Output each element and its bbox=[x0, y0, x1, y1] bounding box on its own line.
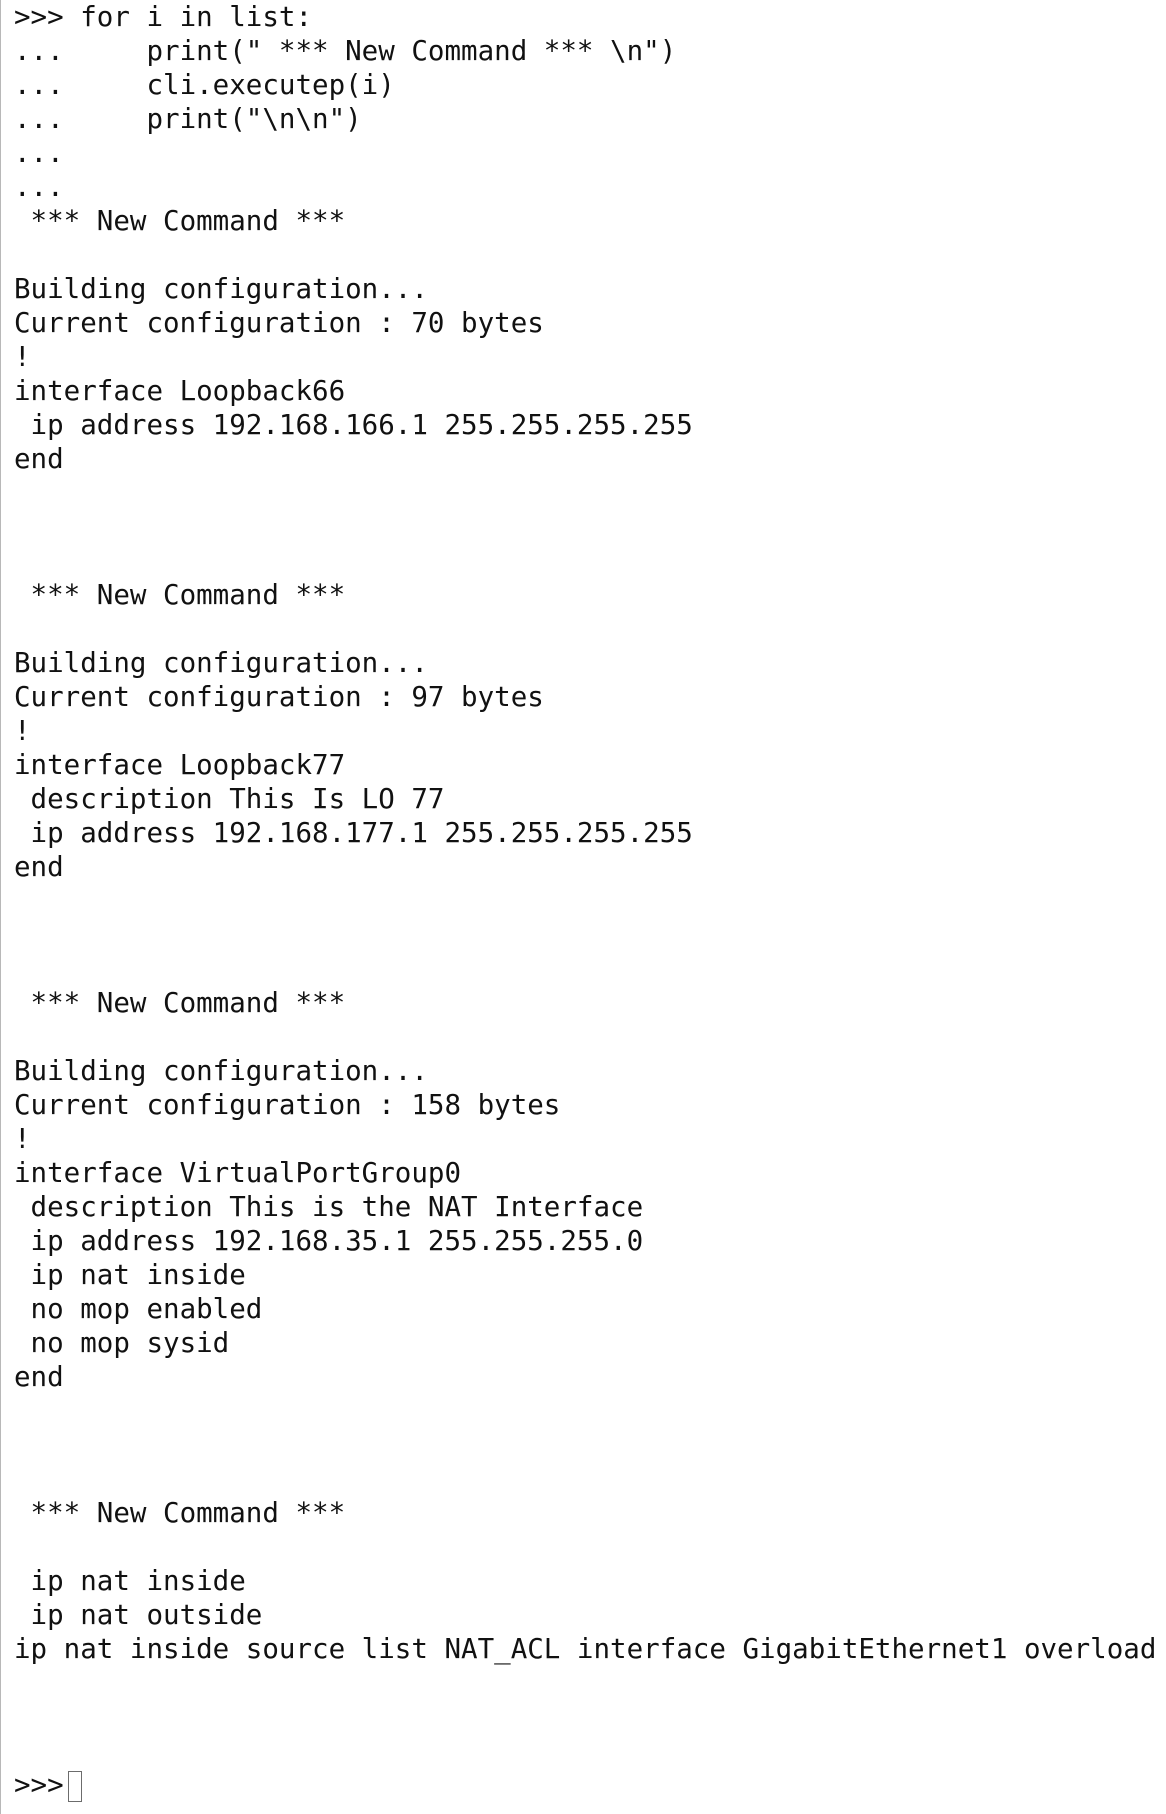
terminal-line-text: >>> for i in list: bbox=[14, 1, 313, 33]
terminal-line: ! bbox=[14, 340, 1156, 374]
terminal-line-text: end bbox=[14, 1361, 64, 1393]
terminal-prompt-line: >>> bbox=[14, 1768, 1156, 1802]
terminal-line: ip nat inside bbox=[14, 1258, 1156, 1292]
terminal-line: ... cli.executep(i) bbox=[14, 68, 1156, 102]
terminal-line: no mop sysid bbox=[14, 1326, 1156, 1360]
terminal-line: interface Loopback77 bbox=[14, 748, 1156, 782]
terminal-line-text: ... bbox=[14, 171, 64, 203]
terminal-line-text: Current configuration : 70 bytes bbox=[14, 307, 544, 339]
terminal-line: no mop enabled bbox=[14, 1292, 1156, 1326]
terminal-line-text: ip nat outside bbox=[14, 1599, 263, 1631]
terminal-line-text: ip nat inside source list NAT_ACL interf… bbox=[14, 1633, 1157, 1665]
terminal-line: end bbox=[14, 442, 1156, 476]
terminal-line: interface Loopback66 bbox=[14, 374, 1156, 408]
terminal-line-text: interface Loopback66 bbox=[14, 375, 346, 407]
terminal-line-text: ip address 192.168.177.1 255.255.255.255 bbox=[14, 817, 693, 849]
terminal-line: ip nat outside bbox=[14, 1598, 1156, 1632]
terminal-line-text: ... bbox=[14, 137, 64, 169]
terminal-line-text: ip nat inside bbox=[14, 1565, 246, 1597]
terminal-line-text: ip address 192.168.35.1 255.255.255.0 bbox=[14, 1225, 644, 1257]
terminal-line-text: ip nat inside bbox=[14, 1259, 246, 1291]
terminal-line: ... print(" *** New Command *** \n") bbox=[14, 34, 1156, 68]
terminal-line: *** New Command *** bbox=[14, 204, 1156, 238]
terminal-line: end bbox=[14, 1360, 1156, 1394]
terminal-line: ... bbox=[14, 170, 1156, 204]
terminal-line: end bbox=[14, 850, 1156, 884]
terminal-line-text: no mop sysid bbox=[14, 1327, 230, 1359]
terminal-line: Building configuration... bbox=[14, 1054, 1156, 1088]
terminal-line: ip nat inside bbox=[14, 1564, 1156, 1598]
terminal-line-text: ip address 192.168.166.1 255.255.255.255 bbox=[14, 409, 693, 441]
terminal-line: description This is the NAT Interface bbox=[14, 1190, 1156, 1224]
terminal-line: Current configuration : 97 bytes bbox=[14, 680, 1156, 714]
terminal-line-text: interface Loopback77 bbox=[14, 749, 346, 781]
terminal-cursor[interactable] bbox=[67, 1770, 82, 1802]
terminal-line-text: description This is the NAT Interface bbox=[14, 1191, 644, 1223]
terminal-line-text: ... print("\n\n") bbox=[14, 103, 362, 135]
terminal-line-text: end bbox=[14, 443, 64, 475]
terminal-line: ... bbox=[14, 136, 1156, 170]
terminal-line-text: Building configuration... bbox=[14, 647, 428, 679]
terminal-line: ! bbox=[14, 1122, 1156, 1156]
terminal-line: *** New Command *** bbox=[14, 578, 1156, 612]
terminal-line-text: Current configuration : 158 bytes bbox=[14, 1089, 561, 1121]
terminal-line-text: >>> bbox=[14, 1769, 64, 1801]
terminal-line-text: ! bbox=[14, 715, 31, 747]
terminal-line-text: ... print(" *** New Command *** \n") bbox=[14, 35, 677, 67]
terminal-line-text: interface VirtualPortGroup0 bbox=[14, 1157, 462, 1189]
terminal-line-text: Current configuration : 97 bytes bbox=[14, 681, 544, 713]
terminal-line: Current configuration : 70 bytes bbox=[14, 306, 1156, 340]
terminal-line: *** New Command *** bbox=[14, 986, 1156, 1020]
terminal-line-text: Building configuration... bbox=[14, 273, 428, 305]
terminal-line-text: *** New Command *** bbox=[14, 1497, 346, 1529]
terminal-left-border bbox=[0, 0, 6, 1814]
terminal-line-text: Building configuration... bbox=[14, 1055, 428, 1087]
terminal-line-text: *** New Command *** bbox=[14, 579, 346, 611]
terminal-window[interactable]: >>> for i in list:... print(" *** New Co… bbox=[0, 0, 1166, 1814]
terminal-line-text: *** New Command *** bbox=[14, 987, 346, 1019]
terminal-output: >>> for i in list:... print(" *** New Co… bbox=[14, 0, 1156, 1802]
terminal-line-text: no mop enabled bbox=[14, 1293, 263, 1325]
terminal-line: ip address 192.168.35.1 255.255.255.0 bbox=[14, 1224, 1156, 1258]
terminal-line-text: ... cli.executep(i) bbox=[14, 69, 395, 101]
terminal-line: *** New Command *** bbox=[14, 1496, 1156, 1530]
terminal-line: ip address 192.168.177.1 255.255.255.255 bbox=[14, 816, 1156, 850]
terminal-line: interface VirtualPortGroup0 bbox=[14, 1156, 1156, 1190]
terminal-line: Building configuration... bbox=[14, 646, 1156, 680]
terminal-line-text: description This Is LO 77 bbox=[14, 783, 445, 815]
terminal-line-text: end bbox=[14, 851, 64, 883]
terminal-line: Current configuration : 158 bytes bbox=[14, 1088, 1156, 1122]
terminal-line: description This Is LO 77 bbox=[14, 782, 1156, 816]
terminal-line-text: ! bbox=[14, 1123, 31, 1155]
terminal-line: Building configuration... bbox=[14, 272, 1156, 306]
terminal-line: ip nat inside source list NAT_ACL interf… bbox=[14, 1632, 1156, 1666]
terminal-line-text: *** New Command *** bbox=[14, 205, 346, 237]
terminal-line-text: ! bbox=[14, 341, 31, 373]
terminal-line: ... print("\n\n") bbox=[14, 102, 1156, 136]
terminal-line: >>> for i in list: bbox=[14, 0, 1156, 34]
terminal-line: ! bbox=[14, 714, 1156, 748]
terminal-line: ip address 192.168.166.1 255.255.255.255 bbox=[14, 408, 1156, 442]
